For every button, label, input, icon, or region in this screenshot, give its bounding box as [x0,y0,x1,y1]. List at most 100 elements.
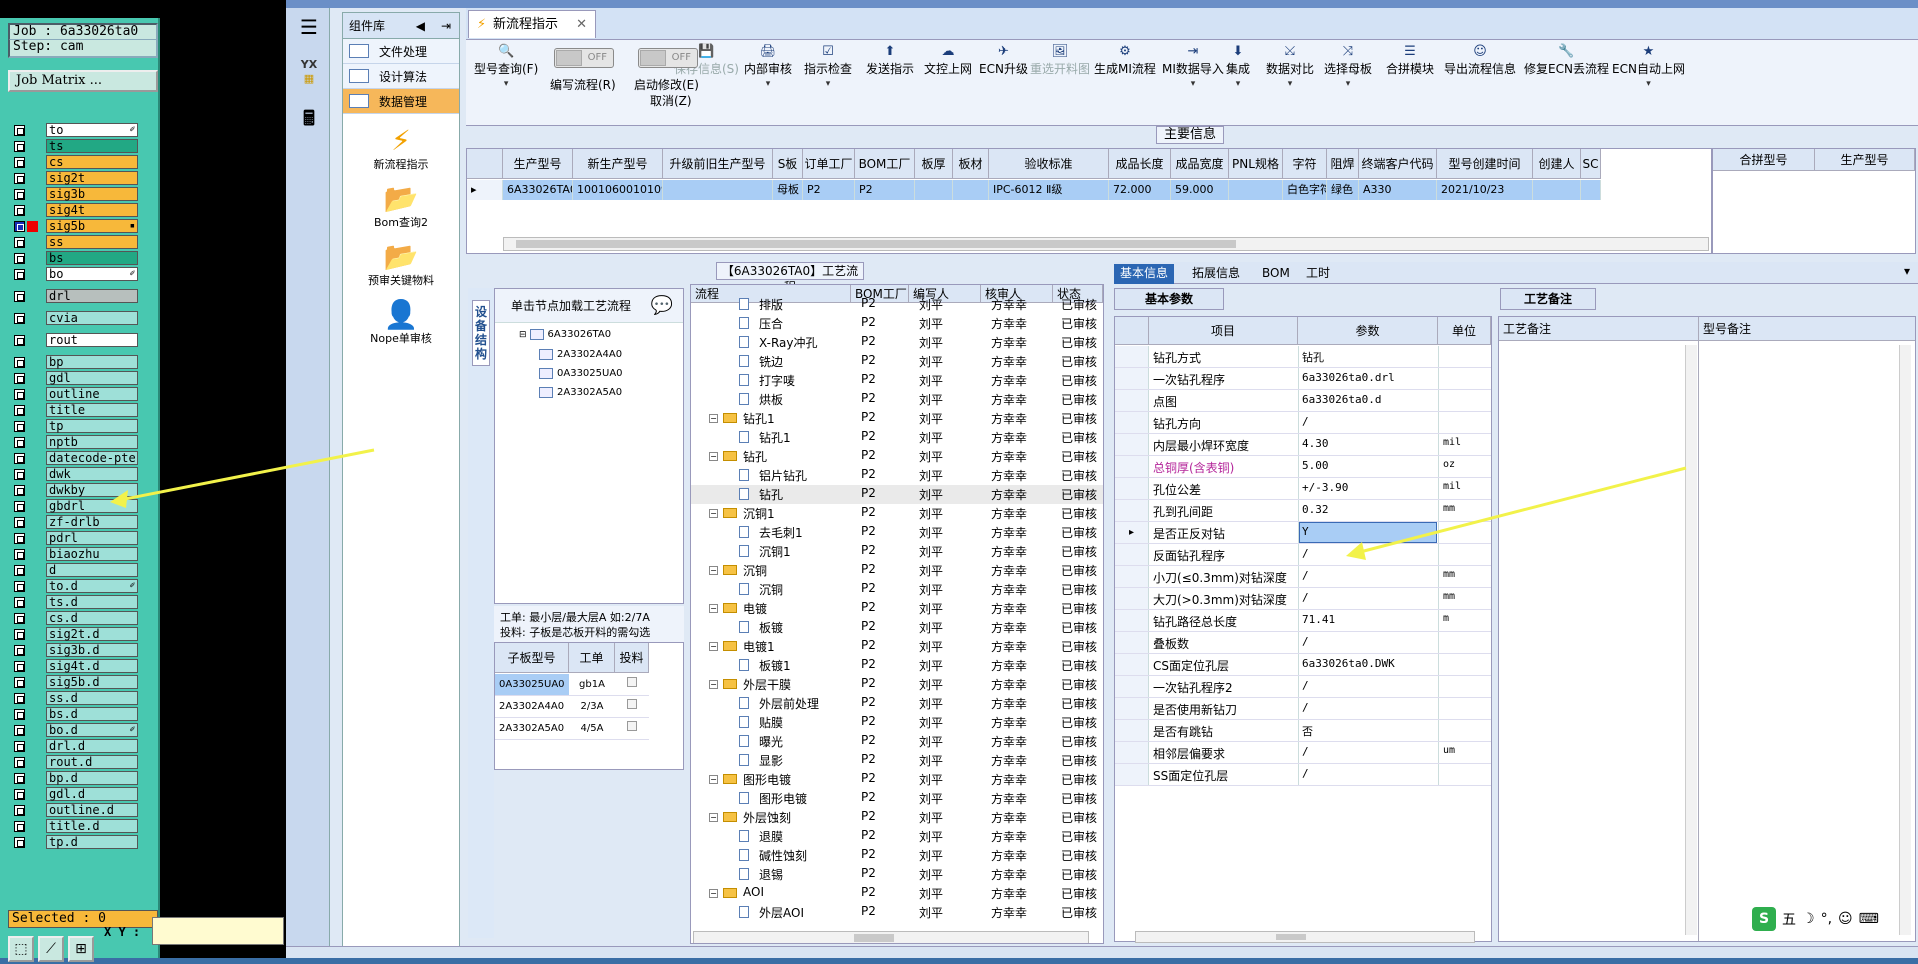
job-matrix-button[interactable]: Job Matrix ... [8,70,158,92]
collapse-icon[interactable]: − [709,775,718,784]
layer-row[interactable]: drl [8,288,138,304]
layer-row[interactable]: biaozhu [8,546,138,562]
layer-name[interactable]: sig3b.d [46,643,138,657]
layer-row[interactable]: zf-drlb [8,514,138,530]
flow-row[interactable]: − 外层干膜 P2 刘平 方幸幸 已审核 [691,675,1103,694]
layer-row[interactable]: d [8,562,138,578]
layer-checkbox[interactable] [14,644,25,656]
param-value[interactable]: 4.30 [1302,437,1329,450]
feed-checkbox[interactable] [627,721,637,731]
param-row[interactable]: 钻孔路径总长度 71.41 m [1115,610,1491,632]
layer-checkbox[interactable] [14,172,25,184]
layer-checkbox[interactable] [14,740,25,752]
layer-row[interactable]: to.d ✐ [8,578,138,594]
flow-row[interactable]: − 沉铜1 P2 刘平 方幸幸 已审核 [691,504,1103,523]
sub-order-cell[interactable]: 4/5A [569,718,615,740]
flow-row[interactable]: 退膜 P2 刘平 方幸幸 已审核 [691,827,1103,846]
layer-name[interactable]: bp [46,355,138,369]
layer-name[interactable]: gdl [46,371,138,385]
calculator-icon[interactable]: 🖩 [294,104,324,134]
flow-row[interactable]: 外层前处理 P2 刘平 方幸幸 已审核 [691,694,1103,713]
layer-name[interactable]: d [46,563,138,577]
sub-model-cell[interactable]: 2A3302A5A0 [495,718,569,740]
dropdown-caret-icon[interactable]: ▾ [744,77,792,92]
layer-name[interactable]: title.d [46,819,138,833]
layer-name[interactable]: rout.d [46,755,138,769]
param-value[interactable]: / [1302,767,1309,780]
layer-checkbox[interactable] [14,836,25,848]
param-value[interactable]: / [1302,591,1309,604]
write-flow-toggle[interactable]: OFF [554,48,614,68]
main-grid-header[interactable]: 阻焊 [1327,149,1359,179]
nope-review-item[interactable]: 👤 Nope单审核 [343,300,459,346]
layer-checkbox[interactable] [14,220,25,232]
main-grid-header[interactable]: 板厚 [915,149,953,179]
param-value[interactable]: / [1302,547,1309,560]
flow-row[interactable]: 图形电镀 P2 刘平 方幸幸 已审核 [691,789,1103,808]
layer-row[interactable]: tp [8,418,138,434]
param-row[interactable]: 总铜厚(含表铜) 5.00 oz [1115,456,1491,478]
layer-checkbox[interactable] [14,290,25,302]
layer-name[interactable]: ss [46,235,138,249]
key-material-item[interactable]: 📂 预审关键物料 [343,242,459,288]
layer-name[interactable]: cs [46,155,138,169]
main-grid-header[interactable]: PNL规格 [1229,149,1283,179]
layer-row[interactable]: sig4t [8,202,138,218]
layer-checkbox[interactable] [14,660,25,672]
layer-row[interactable]: sig5b.d [8,674,138,690]
param-value[interactable]: 6a33026ta0.drl [1302,371,1395,384]
layer-checkbox[interactable] [14,156,25,168]
flow-row[interactable]: 显影 P2 刘平 方幸幸 已审核 [691,751,1103,770]
main-grid-header[interactable]: 终端客户代码 [1359,149,1437,179]
collapse-icon[interactable]: − [709,642,718,651]
param-row[interactable]: 小刀(≤0.3mm)对钻深度 / mm [1115,566,1491,588]
main-grid-cell[interactable] [1533,180,1581,200]
chevron-down-icon[interactable]: ▾ [1904,264,1910,278]
sub-model-cell[interactable]: 2A3302A4A0 [495,696,569,718]
layer-name[interactable]: drl.d [46,739,138,753]
main-grid-cell[interactable]: 母板 [773,180,803,200]
punct-icon[interactable]: °, [1821,911,1832,927]
flow-row[interactable]: − 图形电镀 P2 刘平 方幸幸 已审核 [691,770,1103,789]
layer-row[interactable]: bs [8,250,138,266]
layer-name[interactable]: sig2t [46,171,138,185]
feed-checkbox[interactable] [627,677,637,687]
layer-checkbox[interactable] [14,334,25,346]
layer-row[interactable]: sig4t.d [8,658,138,674]
param-row[interactable]: 钻孔方式 钻孔 [1115,346,1491,368]
param-value[interactable]: 6a33026ta0.d [1302,393,1381,406]
layer-name[interactable]: bs.d [46,707,138,721]
main-grid-cell[interactable]: 2021/10/23 [1437,180,1533,200]
main-grid-cell[interactable]: 绿色 [1327,180,1359,200]
measure-tool-icon[interactable]: ⟋ [38,936,64,962]
main-grid-cell[interactable]: 59.000 [1171,180,1229,200]
flow-row[interactable]: 铝片钻孔 P2 刘平 方幸幸 已审核 [691,466,1103,485]
param-row[interactable]: 反面钻孔程序 / [1115,544,1491,566]
flow-row[interactable]: 沉铜 P2 刘平 方幸幸 已审核 [691,580,1103,599]
layer-checkbox[interactable] [14,628,25,640]
main-grid-header[interactable]: 升级前旧生产型号 [663,149,773,179]
layer-checkbox[interactable] [14,268,25,280]
layer-row[interactable]: cs.d [8,610,138,626]
flow-row[interactable]: X-Ray冲孔 P2 刘平 方幸幸 已审核 [691,333,1103,352]
main-grid-cell[interactable]: 白色字符 [1283,180,1327,200]
layer-name[interactable]: ts [46,139,138,153]
tree-node[interactable]: 2A3302A5A0 [539,387,622,398]
layer-name[interactable]: outline [46,387,138,401]
layer-name[interactable]: ss.d [46,691,138,705]
layer-checkbox[interactable] [14,820,25,832]
flow-row[interactable]: − 钻孔 P2 刘平 方幸幸 已审核 [691,447,1103,466]
layer-checkbox[interactable] [14,484,25,496]
tab-extended-info[interactable]: 拓展信息 [1186,264,1246,284]
dropdown-caret-icon[interactable]: ▾ [1162,77,1224,92]
layer-name[interactable]: gdl.d [46,787,138,801]
model-remarks-scrollbar[interactable] [1899,345,1911,935]
flow-row[interactable]: − 电镀1 P2 刘平 方幸幸 已审核 [691,637,1103,656]
param-row[interactable]: 叠板数 / [1115,632,1491,654]
layer-name[interactable]: sig4t.d [46,659,138,673]
param-row[interactable]: 内层最小焊环宽度 4.30 mil [1115,434,1491,456]
collapse-icon[interactable]: − [709,452,718,461]
layer-row[interactable]: rout.d [8,754,138,770]
main-grid-header[interactable]: 板材 [953,149,989,179]
collapse-icon[interactable]: ⊟ [519,330,527,340]
